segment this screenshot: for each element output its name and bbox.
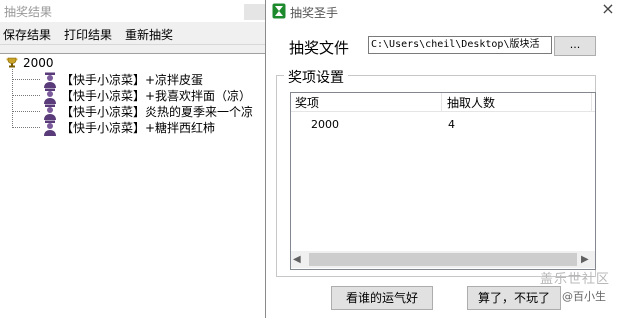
- window-control-button[interactable]: [244, 4, 265, 20]
- prize-table[interactable]: 奖项 抽取人数 2000 4 ◀ ▶: [290, 92, 596, 270]
- file-label: 抽奖文件: [289, 39, 350, 57]
- lottery-titlebar[interactable]: 抽奖圣手 ×: [266, 0, 623, 24]
- quit-button[interactable]: 算了，不玩了: [467, 286, 561, 310]
- results-window: 抽奖结果 保存结果 打印结果 重新抽奖 2000 【快手小凉菜】+凉拌皮蛋 【快: [0, 0, 265, 319]
- scroll-right-icon[interactable]: ▶: [581, 254, 589, 265]
- column-divider[interactable]: [591, 93, 592, 111]
- trophy-icon: [6, 57, 18, 68]
- count-cell: 4: [448, 118, 455, 131]
- column-header-prize[interactable]: 奖项: [295, 94, 319, 111]
- tree-item[interactable]: 【快手小凉菜】+我喜欢拌面（凉）: [61, 87, 251, 104]
- column-header-count[interactable]: 抽取人数: [447, 94, 495, 111]
- column-divider[interactable]: [441, 93, 442, 111]
- table-header: 奖项 抽取人数: [291, 93, 595, 112]
- scroll-left-icon[interactable]: ◀: [293, 254, 301, 265]
- menu-print-results[interactable]: 打印结果: [64, 26, 112, 43]
- browse-button[interactable]: ...: [554, 36, 596, 56]
- draw-button[interactable]: 看谁的运气好: [331, 286, 433, 310]
- person-icon: [44, 104, 56, 120]
- tree-item[interactable]: 【快手小凉菜】+糖拌西红柿: [61, 119, 215, 136]
- tree-connector: [12, 95, 40, 96]
- file-path-field[interactable]: C:\Users\cheil\Desktop\版块活: [368, 36, 552, 54]
- menu-redraw[interactable]: 重新抽奖: [125, 26, 173, 43]
- tree-root-label[interactable]: 2000: [23, 56, 54, 70]
- tree-item[interactable]: 【快手小凉菜】+凉拌皮蛋: [61, 71, 203, 88]
- tree-connector: [12, 79, 40, 80]
- close-button[interactable]: ×: [596, 0, 620, 20]
- results-menubar: 保存结果 打印结果 重新抽奖: [0, 22, 265, 45]
- person-icon: [44, 72, 56, 88]
- horizontal-scrollbar[interactable]: ◀ ▶: [291, 251, 595, 268]
- prize-settings-label: 奖项设置: [284, 67, 348, 87]
- prize-cell: 2000: [311, 118, 339, 131]
- tree-connector: [12, 69, 13, 126]
- hourglass-icon: [272, 3, 286, 19]
- person-icon: [44, 120, 56, 136]
- person-icon: [44, 88, 56, 104]
- watermark-handle: @百小生: [562, 290, 606, 303]
- tree-connector: [12, 127, 40, 128]
- results-titlebar[interactable]: 抽奖结果: [0, 0, 265, 22]
- lottery-window-title: 抽奖圣手: [290, 6, 339, 20]
- menu-save-results[interactable]: 保存结果: [3, 26, 51, 43]
- results-tree[interactable]: 2000 【快手小凉菜】+凉拌皮蛋 【快手小凉菜】+我喜欢拌面（凉） 【快手小凉…: [0, 53, 265, 319]
- watermark-text: 盖乐世社区: [540, 272, 611, 287]
- tree-item[interactable]: 【快手小凉菜】炎热的夏季来一个凉: [61, 103, 253, 120]
- tree-connector: [12, 111, 40, 112]
- results-window-title: 抽奖结果: [4, 5, 53, 19]
- scroll-thumb[interactable]: [309, 253, 577, 266]
